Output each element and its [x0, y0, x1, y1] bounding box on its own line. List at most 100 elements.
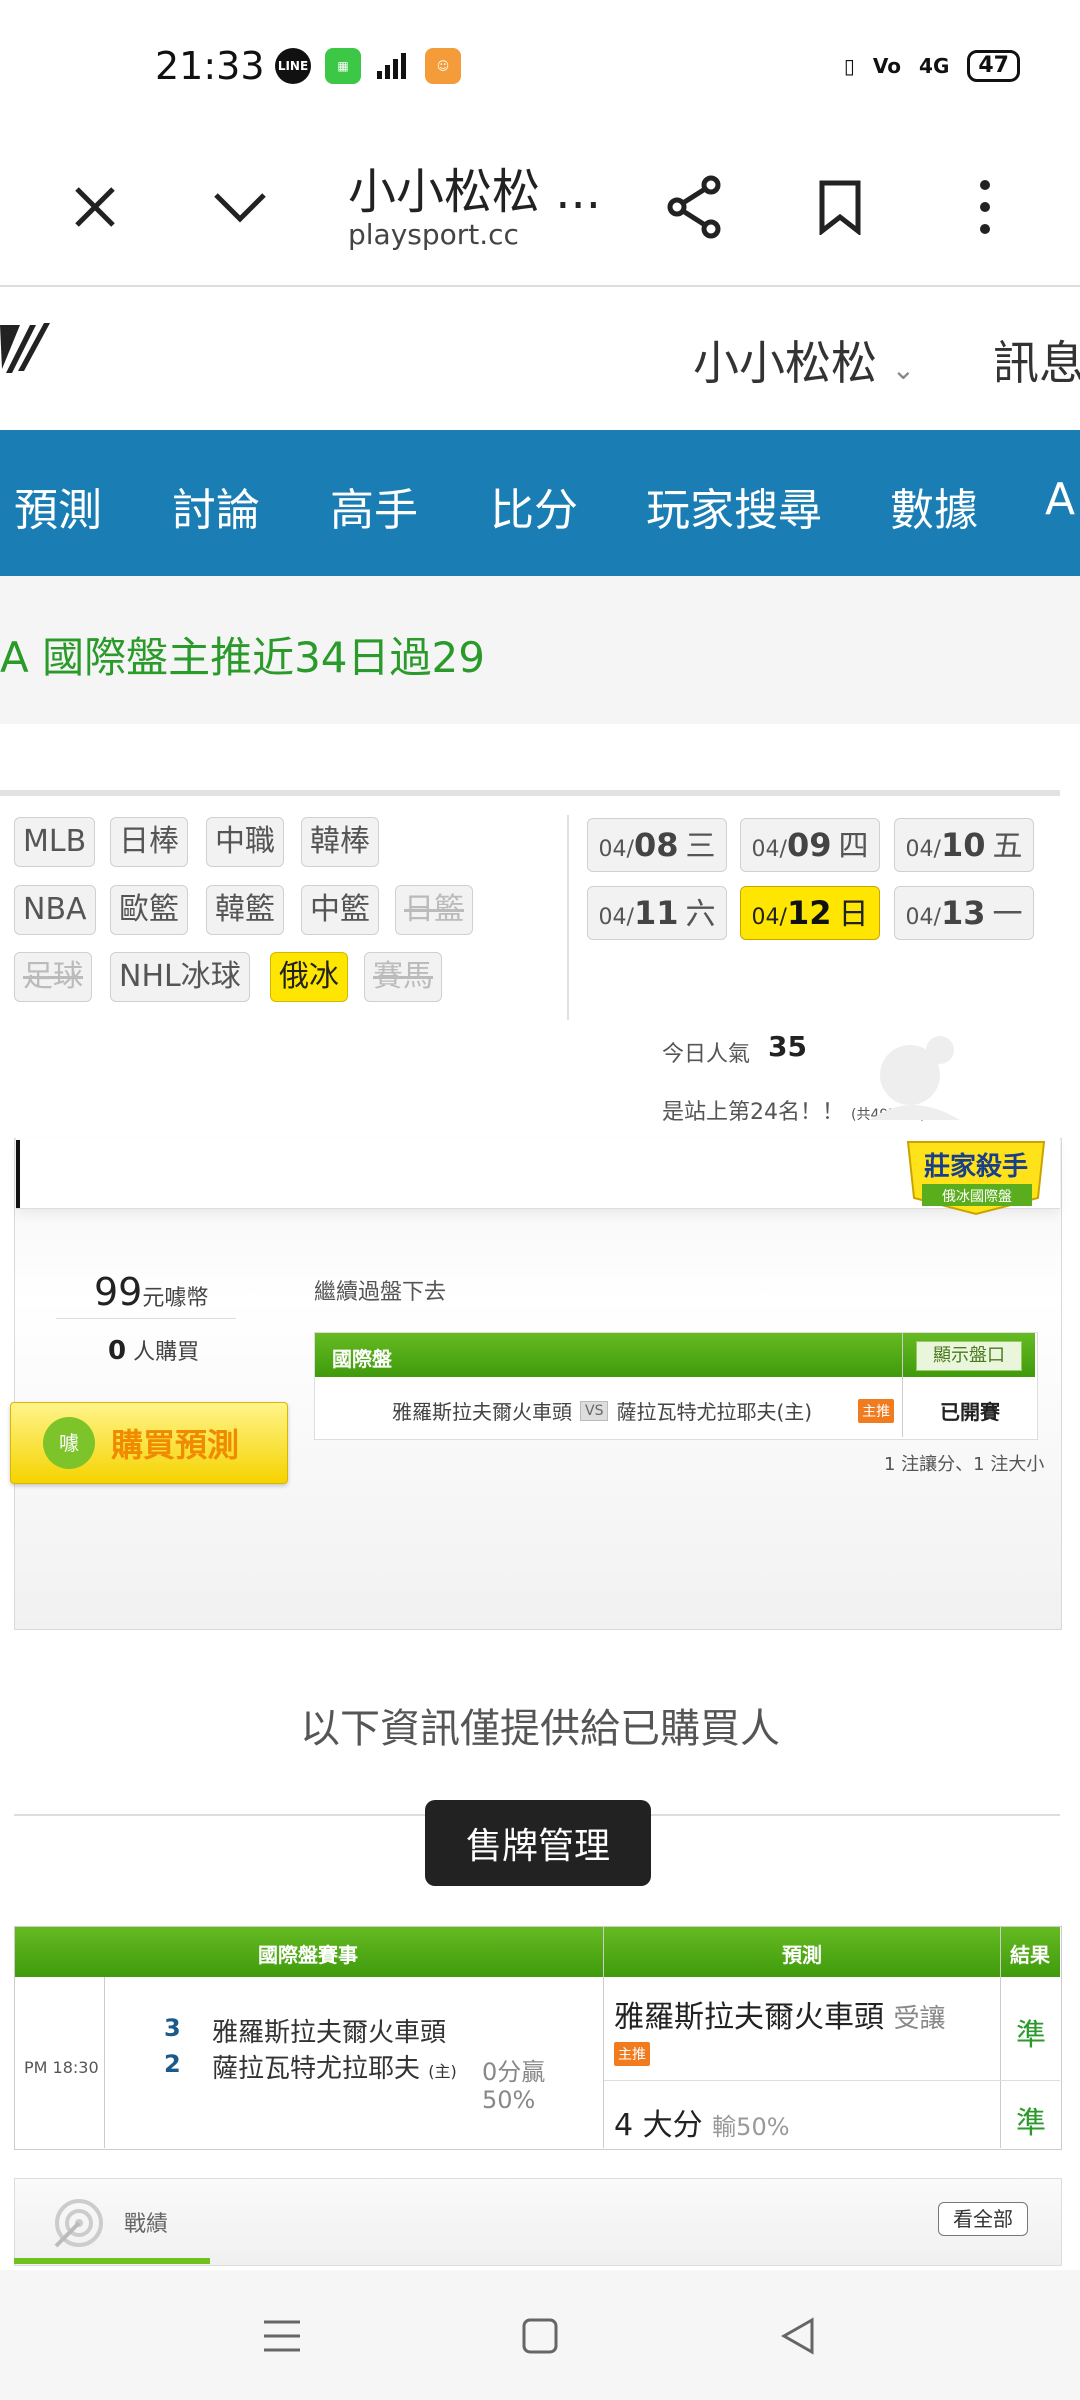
filter-divider [567, 815, 569, 1020]
view-all-button[interactable]: 看全部 [938, 2202, 1028, 2236]
bet-note: 1 注讓分、1 注大小 [884, 1454, 1045, 1475]
handicap-percent: 50% [482, 2086, 536, 2114]
announcement-text[interactable]: A 國際盤主推近34日過29 [0, 624, 485, 685]
back-icon[interactable] [778, 2316, 818, 2360]
sport-tag[interactable]: NHL冰球 [110, 952, 250, 1002]
sport-tag[interactable]: 中職 [206, 817, 284, 867]
menu-icon[interactable] [262, 2316, 302, 2360]
header-match: 國際盤賽事 [258, 1943, 358, 1967]
site-header: 小小松松 ⌄ 訊息 [0, 287, 1080, 430]
user-menu[interactable]: 小小松松 ⌄ [693, 327, 915, 393]
date-button-active[interactable]: 04/12 日 [740, 886, 880, 940]
sport-tag[interactable]: 中籃 [301, 885, 379, 935]
match-row: 雅羅斯拉夫爾火車頭 VS 薩拉瓦特尤拉耶夫(主) 主推 [392, 1396, 895, 1425]
system-navigation-bar [0, 2270, 1080, 2400]
nav-item-forum[interactable]: 討論 [172, 474, 260, 538]
results-table-header [15, 1927, 1060, 1977]
team2-name: 薩拉瓦特尤拉耶夫 (主) [212, 2054, 457, 2084]
sport-tag: 日籃 [395, 885, 473, 935]
user-name: 小小松松 [693, 336, 877, 390]
date-button[interactable]: 04/11 六 [587, 886, 727, 940]
show-odds-button[interactable]: 顯示盤口 [916, 1341, 1022, 1371]
game-icon: ☺ [425, 48, 461, 84]
card-top-mark [16, 1140, 20, 1208]
nav-item-more[interactable]: A [1045, 474, 1075, 525]
buy-prediction-button[interactable]: 噱 購買預測 [10, 1402, 288, 1484]
site-logo[interactable] [0, 317, 50, 381]
section-divider [0, 790, 1060, 796]
continue-text: 繼續過盤下去 [314, 1280, 447, 1305]
match-time: PM 18:30 [24, 2058, 99, 2077]
signal-bars-icon [375, 48, 411, 84]
badge-title: 莊家殺手 [923, 1152, 1028, 1182]
price: 99元噱幣 [94, 1270, 209, 1314]
result-mark: 準 [1016, 2106, 1046, 2141]
date-button[interactable]: 04/09 四 [740, 818, 880, 872]
network-icon: 4G [919, 54, 950, 78]
status-right: ▯ Vo 4G 47 [844, 50, 1020, 82]
price-divider [56, 1318, 236, 1319]
purchase-only-notice: 以下資訊僅提供給已購買人 [300, 1706, 780, 1752]
team1-name: 雅羅斯拉夫爾火車頭 [212, 2018, 447, 2048]
battery-icon: 47 [967, 50, 1020, 82]
browser-toolbar: 小小松松 ... playsport.cc [0, 130, 1080, 287]
bookmark-icon[interactable] [805, 172, 875, 242]
vs-icon: VS [580, 1400, 609, 1421]
target-icon [52, 2196, 106, 2254]
main-nav: 預測 討論 高手 比分 玩家搜尋 數據 A [0, 430, 1080, 576]
record-panel [14, 2178, 1062, 2266]
sport-tag[interactable]: 歐籃 [110, 885, 188, 935]
popularity-value: 35 [768, 1030, 807, 1063]
page-url[interactable]: playsport.cc [348, 218, 519, 251]
column-divider [1000, 1927, 1001, 2148]
sales-management-button[interactable]: 售牌管理 [425, 1800, 651, 1886]
result-mark: 準 [1016, 2018, 1046, 2053]
date-button[interactable]: 04/13 一 [894, 886, 1034, 940]
badge-subtitle: 俄冰國際盤 [942, 1189, 1012, 1205]
vibrate-icon: ▯ [843, 54, 855, 78]
team2-score: 2 [164, 2050, 181, 2078]
sport-tag[interactable]: 日棒 [110, 817, 188, 867]
status-app-icons: LINE ▦ ☺ [275, 48, 461, 84]
announcement-bar: A 國際盤主推近34日過29 [0, 576, 1080, 724]
handicap-result: 0分贏 [482, 2058, 546, 2086]
nav-item-predict[interactable]: 預測 [14, 474, 102, 538]
sport-tag[interactable]: 韓籃 [206, 885, 284, 935]
date-button[interactable]: 04/10 五 [894, 818, 1034, 872]
sport-tag: 賽馬 [364, 952, 442, 1002]
odds-table-title: 國際盤 [332, 1347, 392, 1371]
share-icon[interactable] [660, 172, 730, 242]
chevron-down-icon[interactable] [205, 172, 275, 242]
sport-tag[interactable]: NBA [14, 885, 96, 935]
column-divider [603, 1927, 604, 2148]
status-time: 21:33 [155, 44, 265, 88]
messages-link[interactable]: 訊息 [993, 327, 1080, 393]
featured-tag: 主推 [614, 2042, 650, 2066]
close-icon[interactable] [60, 172, 130, 242]
chevron-down-icon: ⌄ [891, 353, 916, 386]
more-options-icon[interactable] [950, 172, 1020, 242]
row-divider [604, 2080, 1060, 2081]
page-title: 小小松松 ... [348, 164, 602, 220]
nav-item-scores[interactable]: 比分 [490, 474, 578, 538]
date-button[interactable]: 04/08 三 [587, 818, 727, 872]
record-tab-indicator [14, 2258, 210, 2264]
column-divider [104, 1977, 105, 2148]
header-result: 結果 [1010, 1943, 1050, 1967]
nav-item-experts[interactable]: 高手 [330, 474, 418, 538]
mascot-watermark-icon [850, 1020, 980, 1134]
away-team: 薩拉瓦特尤拉耶夫(主) [616, 1400, 813, 1424]
sport-tag[interactable]: 韓棒 [301, 817, 379, 867]
line-icon: LINE [275, 48, 311, 84]
home-team: 雅羅斯拉夫爾火車頭 [392, 1400, 572, 1424]
banker-killer-badge: 莊家殺手 俄冰國際盤 [898, 1128, 1054, 1218]
record-label: 戰績 [124, 2212, 169, 2237]
home-icon[interactable] [520, 2316, 560, 2360]
volte-icon: Vo [872, 54, 902, 78]
nav-item-player-search[interactable]: 玩家搜尋 [646, 474, 822, 538]
sport-tag-active[interactable]: 俄冰 [270, 952, 348, 1002]
popularity-label: 今日人氣 [662, 1042, 751, 1067]
featured-tag: 主推 [858, 1398, 895, 1423]
nav-item-data[interactable]: 數據 [890, 474, 978, 538]
sport-tag[interactable]: MLB [14, 817, 96, 867]
